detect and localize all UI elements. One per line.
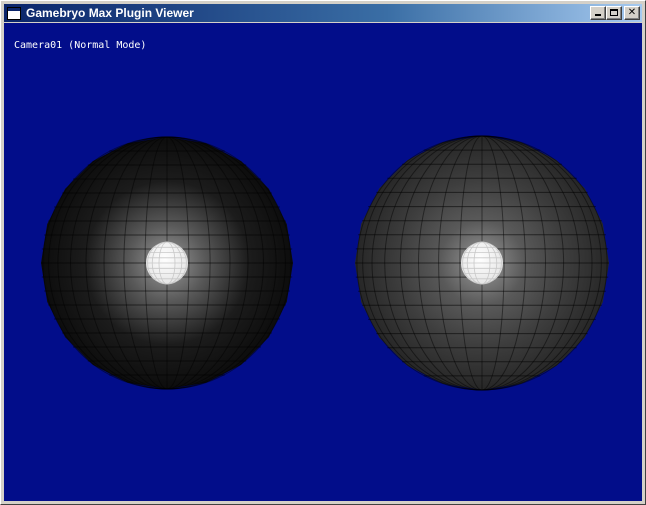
- sphere-left[interactable]: [41, 136, 293, 390]
- window-icon[interactable]: [7, 6, 21, 20]
- minimize-icon: [595, 14, 601, 16]
- maximize-icon: [610, 9, 618, 16]
- sphere-right[interactable]: [355, 135, 609, 391]
- minimize-button[interactable]: [590, 6, 606, 20]
- render-viewport[interactable]: Camera01 (Normal Mode): [4, 23, 642, 501]
- window-title: Gamebryo Max Plugin Viewer: [26, 6, 194, 20]
- close-button[interactable]: ✕: [624, 6, 640, 20]
- scene-canvas: [41, 135, 609, 391]
- viewer-window: Gamebryo Max Plugin Viewer ✕ Camera01 (N…: [0, 0, 646, 505]
- camera-label: Camera01 (Normal Mode): [14, 40, 147, 51]
- caption-buttons: ✕: [590, 6, 640, 20]
- close-icon: ✕: [627, 7, 637, 18]
- title-bar[interactable]: Gamebryo Max Plugin Viewer ✕: [4, 4, 642, 22]
- maximize-button[interactable]: [606, 6, 622, 20]
